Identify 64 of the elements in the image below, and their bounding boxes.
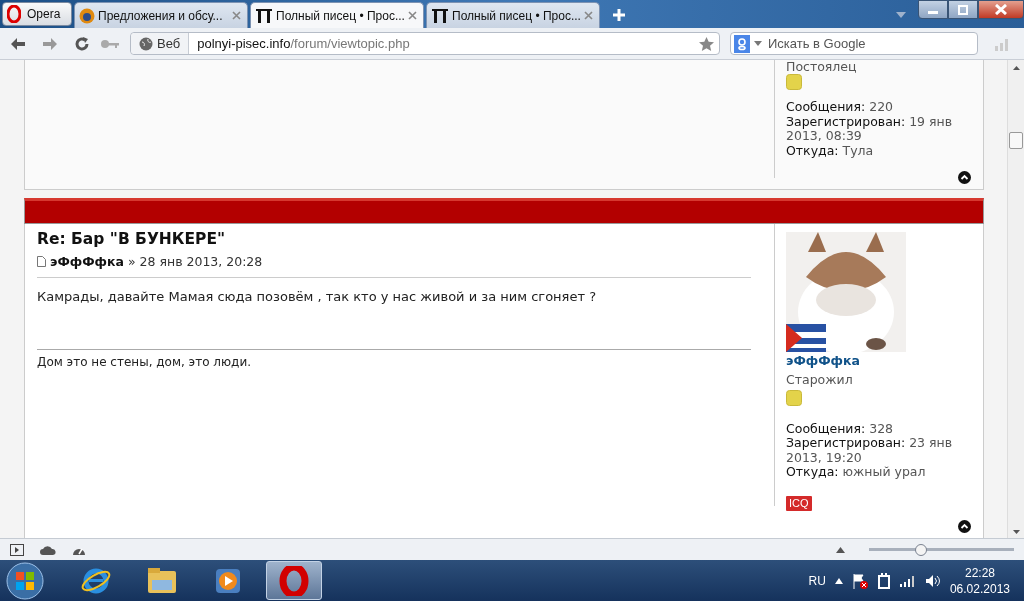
signature-text: Дом это не стены, дом, это люди. [37, 354, 252, 372]
up-arrow-icon[interactable] [836, 546, 845, 553]
start-button-icon[interactable] [6, 561, 44, 600]
url-text: polnyi-pisec.info/forum/viewtopic.php [196, 34, 411, 53]
scrollbar[interactable] [1007, 60, 1024, 538]
profile-detail: Откуда: южный урал [786, 465, 927, 480]
restore-button[interactable] [948, 0, 978, 19]
author-link[interactable]: эФфФфка [50, 252, 124, 272]
volume-icon[interactable] [924, 573, 941, 588]
network-icon[interactable] [899, 574, 916, 587]
browser-tab[interactable]: Предложения и обсу... [74, 2, 248, 28]
browser-tab[interactable]: Полный писец • Прос... [250, 2, 424, 28]
google-icon [734, 34, 750, 53]
cloud-icon[interactable] [40, 544, 56, 555]
star-icon[interactable] [699, 36, 714, 51]
user-rank: Старожил [786, 370, 854, 389]
icq-link[interactable]: ICQ [786, 495, 812, 511]
close-icon[interactable] [408, 11, 417, 20]
scroll-arrow-icon [1012, 530, 1020, 534]
panel-toggle-icon[interactable] [10, 543, 24, 556]
taskbar-app[interactable] [266, 561, 322, 600]
user-rank: Постоялец [786, 60, 857, 74]
clock-date[interactable]: 06.02.2013 [949, 580, 1010, 597]
post-date: » 28 янв 2013, 20:28 [127, 252, 263, 271]
username-link[interactable]: эФфФфка [786, 352, 983, 371]
restore-icon [958, 4, 968, 15]
scrollbar-thumb[interactable] [1009, 132, 1023, 149]
scroll-up-icon[interactable] [958, 171, 971, 184]
opera-logo-icon [279, 565, 309, 596]
opera-menu-button[interactable]: Opera [2, 2, 72, 26]
slider-thumb[interactable] [915, 543, 928, 556]
folder-icon [147, 565, 177, 596]
close-icon[interactable] [232, 11, 241, 20]
profile-detail: Откуда: Тула [786, 143, 875, 158]
profile-detail: Сообщения: 328 [786, 421, 895, 436]
close-icon [995, 4, 1007, 15]
scroll-arrow-icon [1012, 66, 1020, 70]
new-tab-icon[interactable] [612, 8, 626, 22]
language-indicator[interactable]: RU [808, 571, 826, 590]
profile-detail: Сообщения: 220 [786, 100, 895, 115]
close-icon[interactable] [584, 11, 593, 20]
clock-time[interactable]: 22:28 [949, 564, 1010, 581]
close-button[interactable] [978, 0, 1024, 19]
web-mode-button[interactable]: Веб [131, 33, 190, 54]
action-center-icon[interactable] [851, 572, 868, 589]
scroll-up-icon[interactable] [958, 520, 971, 533]
up-arrow-icon[interactable] [834, 577, 843, 584]
dropdown-icon[interactable] [896, 12, 906, 18]
profile-detail: Зарегистрирован: 19 янв 2013, 08:39 [786, 114, 954, 144]
site-logo-icon [431, 7, 449, 24]
browser-tab[interactable]: Полный писец • Прос... [426, 2, 600, 28]
rank-icon [786, 74, 802, 90]
site-logo-icon [255, 7, 273, 24]
address-field[interactable]: Веб polnyi-pisec.info/forum/viewtopic.php [130, 32, 720, 55]
back-arrow-icon[interactable] [10, 36, 26, 51]
minimize-icon [928, 10, 938, 14]
opera-logo-icon [7, 5, 21, 23]
post-title: Re: Бар "В БУНКЕРЕ" [37, 230, 227, 249]
dropdown-icon[interactable] [754, 41, 762, 46]
reload-icon[interactable] [74, 35, 90, 52]
post-text: Камрады, давайте Мамая сюда позовём , так кто у нас живой и за ним сгоняет ? [37, 278, 751, 351]
minimize-button[interactable] [918, 0, 948, 19]
post-icon [37, 256, 46, 268]
rank-icon [786, 389, 802, 406]
